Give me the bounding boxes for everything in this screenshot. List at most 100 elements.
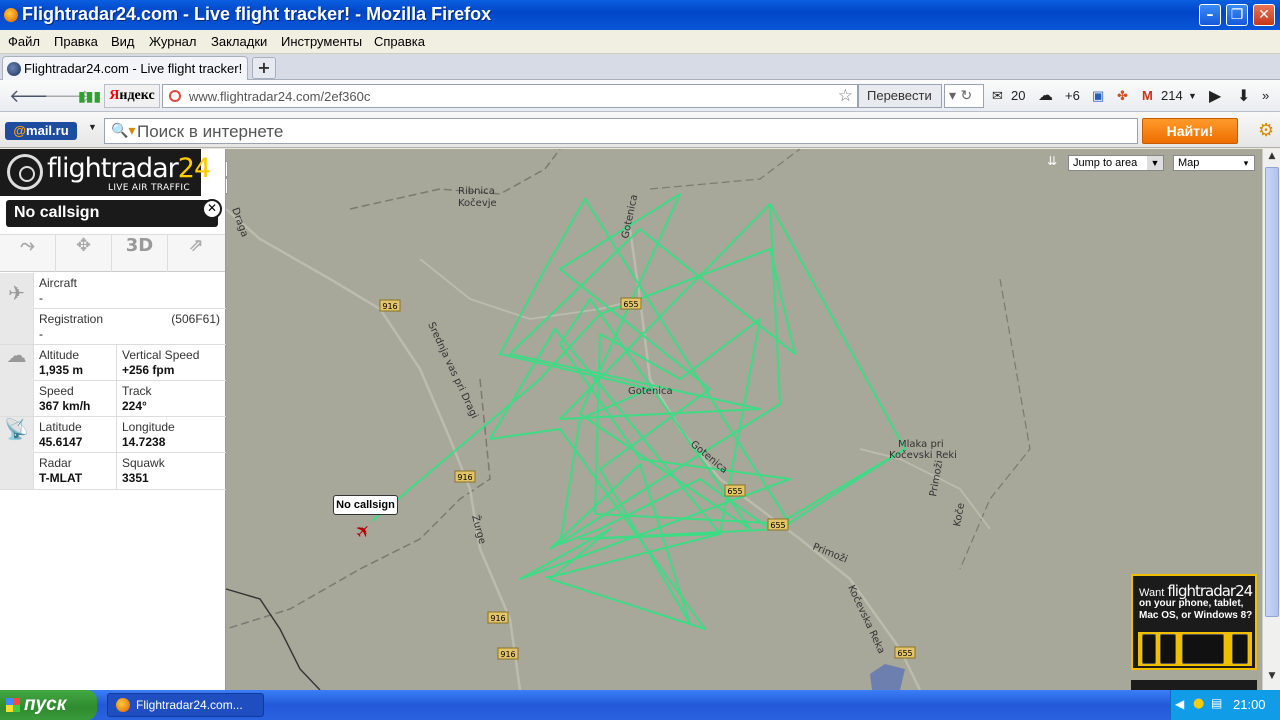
- squawk-label: Squawk: [122, 456, 165, 470]
- close-panel-button[interactable]: ✕: [202, 199, 222, 219]
- speed-value: 367 km/h: [39, 399, 91, 413]
- map-type-select[interactable]: Map ▾: [1173, 155, 1255, 171]
- collapse-chevron-icon[interactable]: ⇊: [1047, 154, 1057, 168]
- road-shield-655: 655: [620, 297, 642, 310]
- menu-bar: Файл Правка Вид Журнал Закладки Инструме…: [0, 30, 1280, 54]
- taskbar-firefox-window[interactable]: Flightradar24.com...: [107, 693, 264, 717]
- latitude-value: 45.6147: [39, 435, 83, 449]
- scroll-up-arrow-icon[interactable]: ▲: [1265, 151, 1279, 167]
- center-map-icon[interactable]: ✥: [56, 235, 112, 272]
- url-bar[interactable]: www.flightradar24.com/2ef360c ☆: [162, 84, 858, 108]
- chevron-down-icon: ▼: [1147, 156, 1163, 170]
- tray-app-icon[interactable]: ●: [1193, 696, 1204, 711]
- mailru-dropdown-icon[interactable]: ▼: [88, 122, 97, 132]
- gear-icon[interactable]: ⚙: [1258, 120, 1274, 141]
- download-icon[interactable]: ⬇: [1237, 86, 1250, 106]
- chevron-down-icon: ▾: [1238, 156, 1254, 170]
- start-button[interactable]: пуск: [0, 690, 97, 720]
- map-type-value: Map: [1178, 157, 1200, 169]
- menu-tools[interactable]: Инструменты: [281, 34, 362, 49]
- scroll-thumb[interactable]: [1265, 167, 1279, 617]
- translate-addon-icon[interactable]: ▣: [1092, 88, 1104, 104]
- mail-icon[interactable]: ✉: [992, 88, 1003, 104]
- device-images: [1138, 632, 1252, 666]
- minimize-button[interactable]: –: [1199, 4, 1221, 26]
- info-cell-vspeed: Vertical Speed +256 fpm: [116, 345, 226, 380]
- globe-icon: [7, 62, 21, 76]
- window-titlebar[interactable]: Flightradar24.com - Live flight tracker!…: [0, 0, 1280, 30]
- tab-label: Flightradar24.com - Live flight tracker!: [24, 61, 243, 76]
- radar-value: T-MLAT: [39, 471, 83, 485]
- menu-view[interactable]: Вид: [111, 34, 135, 49]
- menu-help[interactable]: Справка: [374, 34, 425, 49]
- aircraft-tooltip[interactable]: No callsign: [333, 495, 398, 515]
- info-cell-speed: Speed 367 km/h: [33, 381, 116, 416]
- maximize-button[interactable]: ❐: [1226, 4, 1248, 26]
- url-text: www.flightradar24.com/2ef360c: [189, 89, 371, 104]
- radar-logo-icon: [7, 154, 43, 190]
- reload-button[interactable]: ▾ ↻: [944, 84, 984, 108]
- mailru-logo[interactable]: @mail.ru: [5, 122, 77, 140]
- web-search-input[interactable]: 🔍▾ Поиск в интернете: [104, 118, 1138, 144]
- promo-banner-2[interactable]: [1131, 680, 1257, 690]
- bookmark-star-icon[interactable]: ☆: [838, 86, 853, 106]
- menu-file[interactable]: Файл: [8, 34, 40, 49]
- info-cell-longitude: Longitude 14.7238: [116, 417, 226, 452]
- menu-bookmarks[interactable]: Закладки: [211, 34, 267, 49]
- weather-icon[interactable]: ☁: [1038, 86, 1053, 104]
- latitude-label: Latitude: [39, 420, 82, 434]
- route-icon[interactable]: ⤳: [0, 235, 56, 272]
- phone-icon: [1160, 634, 1176, 664]
- new-tab-button[interactable]: +: [252, 57, 276, 79]
- mobile-app-promo[interactable]: Want flightradar24 on your phone, tablet…: [1131, 574, 1257, 670]
- scroll-down-arrow-icon[interactable]: ▼: [1265, 671, 1279, 687]
- menu-history[interactable]: Журнал: [149, 34, 196, 49]
- panel-toolbar: ⤳ ✥ 3D ⇗: [0, 234, 225, 272]
- track-label: Track: [122, 384, 152, 398]
- place-label-mlaka: Mlaka pri: [898, 439, 944, 450]
- translate-button[interactable]: Перевести: [858, 84, 942, 108]
- aircraft-value: -: [39, 291, 43, 305]
- page-content: 916 916 916 916 655 655 655 655 Ribnica …: [0, 149, 1262, 690]
- search-icon: 🔍▾: [111, 123, 136, 139]
- overflow-icon[interactable]: »: [1262, 88, 1269, 103]
- longitude-label: Longitude: [122, 420, 175, 434]
- site-identity-icon[interactable]: [169, 90, 181, 102]
- share-icon[interactable]: ⇗: [168, 235, 224, 272]
- traffic-addon-icon[interactable]: ✤: [1117, 88, 1128, 104]
- road-shield-916: 916: [454, 470, 476, 483]
- play-icon[interactable]: ▶: [1209, 86, 1221, 106]
- find-button[interactable]: Найти!: [1142, 118, 1238, 144]
- view-3d-button[interactable]: 3D: [112, 235, 168, 272]
- phone-icon: [1232, 634, 1248, 664]
- yandex-button[interactable]: Яндекс: [104, 84, 160, 108]
- info-cell-squawk: Squawk 3351: [116, 453, 226, 489]
- signal-bars-icon[interactable]: ▮▮▮: [78, 89, 101, 105]
- road-shield-label: 655: [770, 521, 785, 530]
- track-value: 224°: [122, 399, 147, 413]
- flightradar-logo[interactable]: flightradar24 LIVE AIR TRAFFIC: [0, 149, 211, 196]
- gmail-dropdown-icon[interactable]: ▼: [1188, 91, 1197, 101]
- road-shield-916: 916: [497, 647, 519, 660]
- info-cell-altitude: Altitude 1,935 m: [33, 345, 116, 380]
- phone-icon: [1142, 634, 1156, 664]
- logo-text-main: flightradar: [47, 153, 179, 184]
- language-flag-icon[interactable]: ▤: [1211, 696, 1222, 710]
- yandex-logo-rest: ндекс: [119, 88, 155, 103]
- weather-temp[interactable]: +6: [1065, 88, 1080, 103]
- system-clock: 21:00: [1233, 697, 1266, 712]
- speed-label: Speed: [39, 384, 74, 398]
- close-window-button[interactable]: ✕: [1253, 4, 1275, 26]
- info-cell-aircraft: Aircraft -: [33, 273, 226, 308]
- aircraft-label: Aircraft: [39, 276, 78, 290]
- gmail-icon[interactable]: M: [1142, 88, 1153, 103]
- tab-flightradar[interactable]: Flightradar24.com - Live flight tracker!: [2, 56, 248, 80]
- page-scrollbar[interactable]: ▲ ▼: [1262, 149, 1280, 690]
- menu-edit[interactable]: Правка: [54, 34, 98, 49]
- gmail-count[interactable]: 214: [1161, 88, 1183, 103]
- jump-to-area-select[interactable]: Jump to area ▼: [1068, 155, 1164, 171]
- mail-count[interactable]: 20: [1011, 88, 1025, 103]
- tray-back-icon[interactable]: ◀: [1175, 697, 1184, 711]
- mailru-at: @: [13, 123, 27, 138]
- info-cell-registration: Registration - (506F61): [33, 309, 226, 344]
